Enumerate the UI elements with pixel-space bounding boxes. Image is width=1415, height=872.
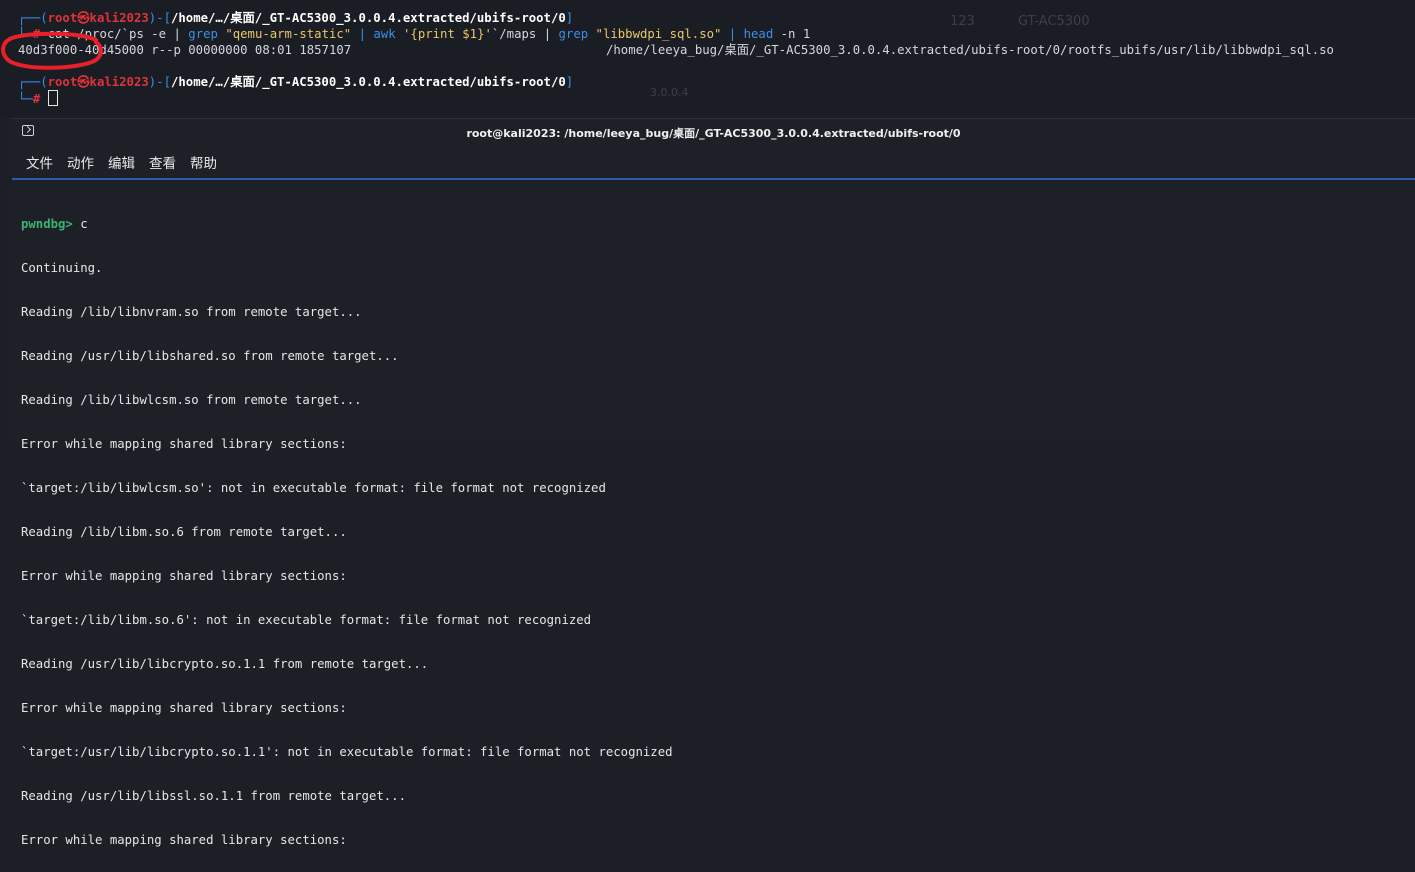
menu-help[interactable]: 帮助 <box>190 152 217 172</box>
terminal-output[interactable]: pwndbg> c Continuing. Reading /lib/libnv… <box>12 180 1415 872</box>
pwndbg-prompt: pwndbg> <box>21 217 73 231</box>
output-line: Reading /usr/lib/libshared.so from remot… <box>21 349 399 363</box>
output-line: Error while mapping shared library secti… <box>21 569 347 583</box>
output-line: Reading /lib/libwlcsm.so from remote tar… <box>21 393 362 407</box>
menu-file[interactable]: 文件 <box>26 152 53 172</box>
menu-bar: 文件 动作 编辑 查看 帮助 <box>12 146 1415 180</box>
text-cursor <box>47 90 58 106</box>
output-line: `target:/lib/libwlcsm.so': not in execut… <box>21 481 606 495</box>
ghost-text: 3.0.0.4 <box>650 86 689 99</box>
output-line: Reading /usr/lib/libssl.so.1.1 from remo… <box>21 789 406 803</box>
window-titlebar[interactable]: root@kali2023: /home/leeya_bug/桌面/_GT-AC… <box>12 119 1415 146</box>
output-line: Error while mapping shared library secti… <box>21 701 347 715</box>
menu-edit[interactable]: 编辑 <box>108 152 135 172</box>
output-line: Error while mapping shared library secti… <box>21 833 347 847</box>
output-line: Continuing. <box>21 261 103 275</box>
output-line: Reading /usr/lib/libcrypto.so.1.1 from r… <box>21 657 429 671</box>
pwndbg-command-line: pwndbg> c <box>21 217 88 231</box>
input-prompt[interactable]: └─# <box>18 90 58 106</box>
maps-file-path: /home/leeya_bug/桌面/_GT-AC5300_3.0.0.4.ex… <box>606 43 1334 57</box>
ghost-text: 123 <box>950 14 975 29</box>
output-line: Error while mapping shared library secti… <box>21 437 347 451</box>
ghost-text: GT-AC5300 <box>1018 14 1090 29</box>
output-line: Reading /lib/libm.so.6 from remote targe… <box>21 525 347 539</box>
prompt-line-2: ┌──(root㉿kali2023)-[/home/…/桌面/_GT-AC530… <box>18 75 574 89</box>
red-circle-annotation <box>1 31 103 70</box>
output-line: `target:/lib/libm.so.6': not in executab… <box>21 613 592 627</box>
output-line: Reading /lib/libnvram.so from remote tar… <box>21 305 362 319</box>
prompt-line-1: ┌──(root㉿kali2023)-[/home/…/桌面/_GT-AC530… <box>18 11 574 25</box>
menu-view[interactable]: 查看 <box>149 152 176 172</box>
command-line: └─# cat /proc/`ps -e | grep "qemu-arm-st… <box>18 27 811 41</box>
menu-action[interactable]: 动作 <box>67 152 94 172</box>
terminal-window[interactable]: root@kali2023: /home/leeya_bug/桌面/_GT-AC… <box>12 118 1415 847</box>
output-line: `target:/usr/lib/libcrypto.so.1.1': not … <box>21 745 673 759</box>
background-terminal: 123 GT-AC5300 3.0.0.4 ┌──(root㉿kali2023)… <box>0 0 1415 118</box>
window-title: root@kali2023: /home/leeya_bug/桌面/_GT-AC… <box>466 127 961 140</box>
